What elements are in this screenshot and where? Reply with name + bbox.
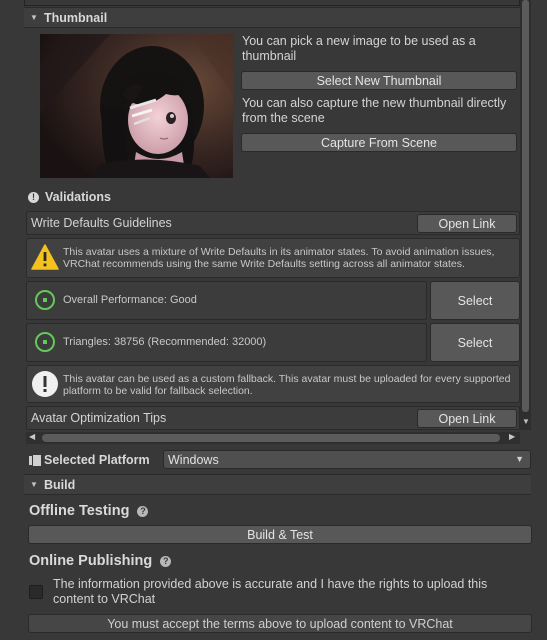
thumbnail-foldout-header[interactable]: ▼ Thumbnail — [24, 7, 520, 28]
platform-dropdown-value: Windows — [168, 452, 219, 467]
horizontal-scrollbar-thumb[interactable] — [42, 434, 500, 442]
scroll-right-arrow-icon[interactable]: ▶ — [509, 432, 515, 441]
warning-icon — [31, 244, 59, 270]
performance-good-icon — [35, 290, 55, 310]
write-defaults-warning-text: This avatar uses a mixture of Write Defa… — [63, 246, 495, 270]
scroll-left-arrow-icon[interactable]: ◀ — [29, 432, 35, 441]
build-foldout-header[interactable]: ▼ Build — [24, 474, 531, 495]
builder-scroll-area[interactable]: ▼ Thumbnail You can pick a new image to … — [0, 0, 547, 446]
vertical-scrollbar-thumb[interactable] — [522, 0, 529, 412]
optimization-tips-label: Avatar Optimization Tips — [31, 411, 167, 425]
capture-from-scene-button[interactable]: Capture From Scene — [241, 133, 517, 152]
write-defaults-label: Write Defaults Guidelines — [31, 216, 172, 230]
selected-platform-label-group: Selected Platform — [29, 451, 150, 469]
triangles-row: Triangles: 38756 (Recommended: 32000) — [26, 323, 427, 362]
avatar-thumbnail-drawing — [40, 34, 233, 178]
upload-disabled-button: You must accept the terms above to uploa… — [28, 614, 532, 633]
validations-title: Validations — [45, 190, 111, 204]
capture-thumbnail-text: You can also capture the new thumbnail d… — [242, 96, 507, 125]
dropdown-arrow-icon: ▼ — [515, 454, 524, 464]
thumbnail-title: Thumbnail — [44, 10, 108, 25]
performance-label: Overall Performance: Good — [63, 294, 197, 306]
fallback-info-box: This avatar can be used as a custom fall… — [26, 365, 520, 403]
offline-testing-label: Offline Testing — [29, 503, 130, 519]
fallback-info-text: This avatar can be used as a custom fall… — [63, 373, 511, 397]
triangles-select-button[interactable]: Select — [430, 323, 520, 362]
write-defaults-warning-box: This avatar uses a mixture of Write Defa… — [26, 238, 520, 278]
triangles-good-icon — [35, 332, 55, 352]
online-publishing-header: Online Publishing ? — [29, 553, 172, 569]
select-new-thumbnail-button[interactable]: Select New Thumbnail — [241, 71, 517, 90]
online-help-icon[interactable]: ? — [160, 555, 172, 567]
pick-thumbnail-text: You can pick a new image to be used as a… — [242, 34, 476, 63]
previous-panel-edge — [24, 0, 520, 6]
platform-dropdown[interactable]: Windows ▼ — [163, 450, 531, 469]
accept-terms-checkbox[interactable] — [29, 585, 43, 599]
write-defaults-open-link-button[interactable]: Open Link — [417, 214, 517, 233]
accept-terms-text: The information provided above is accura… — [53, 577, 488, 606]
build-foldout-arrow-icon[interactable]: ▼ — [30, 480, 38, 489]
optimization-tips-row: Avatar Optimization Tips Open Link — [26, 406, 520, 430]
scroll-down-arrow-icon[interactable]: ▼ — [521, 417, 531, 429]
online-publishing-label: Online Publishing — [29, 553, 153, 569]
build-title: Build — [44, 477, 76, 492]
optimization-tips-open-link-button[interactable]: Open Link — [417, 409, 517, 428]
performance-select-button[interactable]: Select — [430, 281, 520, 320]
foldout-arrow-icon[interactable]: ▼ — [30, 13, 38, 22]
performance-row: Overall Performance: Good — [26, 281, 427, 320]
offline-testing-header: Offline Testing ? — [29, 503, 149, 519]
info-icon: ! — [28, 191, 39, 203]
triangles-label: Triangles: 38756 (Recommended: 32000) — [63, 336, 267, 348]
selected-platform-label: Selected Platform — [44, 453, 150, 467]
info-circle-icon — [32, 371, 58, 397]
offline-help-icon[interactable]: ? — [137, 505, 149, 517]
build-and-test-button[interactable]: Build & Test — [28, 525, 532, 544]
write-defaults-row: Write Defaults Guidelines Open Link — [26, 211, 520, 235]
avatar-thumbnail-image — [40, 34, 233, 178]
platform-icon — [29, 454, 41, 466]
validations-header: ! Validations — [24, 186, 520, 208]
